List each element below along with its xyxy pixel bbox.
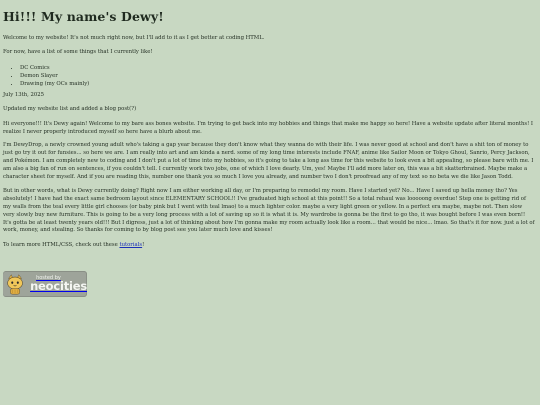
list-item: DC Comics bbox=[20, 64, 535, 72]
blog-paragraph-greeting: Hi everyone!!! It's Dewy again! Welcome … bbox=[3, 120, 534, 135]
learn-prefix: To learn more HTML/CSS, check out these bbox=[3, 242, 120, 249]
badge-text: hosted by neocities bbox=[30, 275, 87, 293]
neocities-badge[interactable]: hosted by neocities bbox=[3, 271, 87, 297]
likes-list: DC Comics Demon Slayer Drawing (my OCs m… bbox=[3, 64, 535, 88]
tutorials-link[interactable]: tutorials bbox=[119, 242, 142, 248]
page-title: Hi!!! My name's Dewy! bbox=[3, 9, 164, 24]
post-date: July 13th, 2025 bbox=[3, 92, 45, 99]
learn-more-text: To learn more HTML/CSS, check out these … bbox=[3, 242, 535, 250]
list-item: Demon Slayer bbox=[20, 72, 535, 80]
blog-paragraph-current: But in other words, what is Dewy current… bbox=[3, 188, 535, 234]
list-item: Drawing (my OCs mainly) bbox=[20, 80, 535, 88]
blog-paragraph-about: I'm DewyDrop, a newly crowned young adul… bbox=[3, 142, 534, 180]
badge-neocities: neocities bbox=[30, 278, 87, 293]
neocities-cat-icon bbox=[3, 271, 28, 297]
page-content: Hi!!! My name's Dewy! Welcome to my webs… bbox=[3, 0, 535, 250]
likes-intro: For now, have a list of some things that… bbox=[3, 49, 153, 56]
learn-suffix: ! bbox=[142, 242, 145, 249]
update-note: Updated my website list and added a blog… bbox=[3, 106, 137, 113]
welcome-text: Welcome to my website! It's not much rig… bbox=[3, 34, 265, 41]
